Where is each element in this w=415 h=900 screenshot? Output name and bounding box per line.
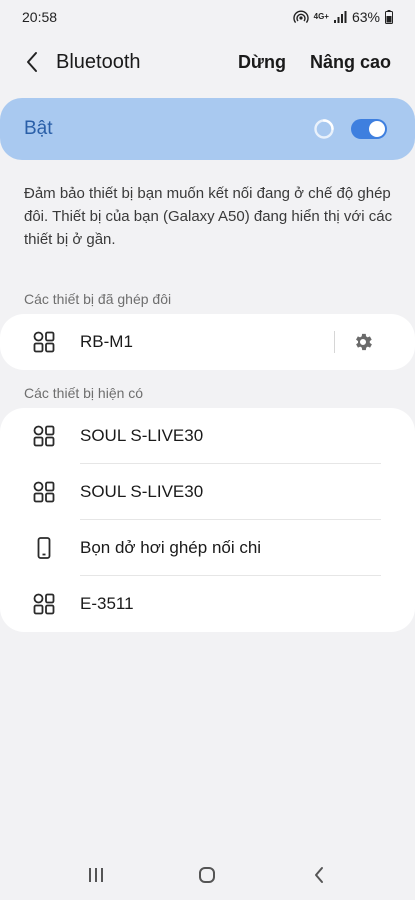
device-name: E-3511 (80, 594, 134, 613)
gear-icon (356, 333, 372, 351)
recents-button[interactable] (76, 855, 116, 895)
available-device-row[interactable]: Bọn dở hơi ghép nối chi (0, 520, 415, 576)
status-icons: 4G+ 63% (292, 9, 393, 25)
generic-device-icon (30, 478, 58, 506)
phone-icon (30, 534, 58, 562)
device-name: SOUL S-LIVE30 (80, 482, 204, 501)
advanced-button[interactable]: Nâng cao (298, 52, 403, 73)
signal-icon (333, 11, 347, 23)
generic-device-icon (30, 590, 58, 618)
visibility-description: Đảm bảo thiết bị bạn muốn kết nối đang ở… (24, 185, 393, 248)
recents-icon (88, 868, 103, 882)
master-switch-label: Bật (24, 118, 53, 139)
home-button[interactable] (187, 855, 227, 895)
nav-back-button[interactable] (299, 855, 339, 895)
battery-percent: 63% (351, 9, 380, 25)
status-bar: 20:58 4G+ 63% (0, 0, 415, 34)
device-name: SOUL S-LIVE30 (80, 426, 204, 445)
page-title: Bluetooth (56, 50, 141, 73)
device-name: RB-M1 (80, 332, 133, 351)
available-devices-header: Các thiết bị hiện có (24, 385, 144, 401)
app-bar: Bluetooth Dừng Nâng cao (0, 34, 415, 90)
bluetooth-toggle[interactable] (351, 119, 387, 139)
bluetooth-master-switch[interactable]: Bật (0, 98, 415, 160)
paired-devices-header: Các thiết bị đã ghép đôi (24, 291, 172, 307)
available-device-row[interactable]: E-3511 (0, 576, 415, 632)
toggle-knob (369, 121, 385, 137)
network-type: 4G+ (313, 12, 329, 21)
chevron-left-icon (27, 52, 37, 72)
paired-devices-card: RB-M1 (0, 314, 415, 370)
paired-device-row[interactable]: RB-M1 (0, 314, 415, 370)
generic-device-icon (30, 328, 58, 356)
device-name: Bọn dở hơi ghép nối chi (80, 538, 262, 557)
hotspot-icon (292, 10, 309, 24)
stop-scan-button[interactable]: Dừng (226, 52, 298, 73)
back-button[interactable] (10, 40, 54, 84)
available-device-row[interactable]: SOUL S-LIVE30 (0, 464, 415, 520)
scanning-spinner-icon (314, 119, 334, 139)
divider (334, 331, 335, 353)
generic-device-icon (30, 422, 58, 450)
system-nav-bar (0, 850, 415, 900)
device-settings-button[interactable] (351, 330, 375, 354)
available-device-row[interactable]: SOUL S-LIVE30 (0, 408, 415, 464)
home-icon (199, 867, 216, 883)
status-time: 20:58 (22, 9, 58, 25)
battery-icon (385, 10, 393, 24)
available-devices-card: SOUL S-LIVE30 SOUL S-LIVE30 Bọn dở hơi g… (0, 408, 415, 632)
back-icon (315, 867, 324, 883)
